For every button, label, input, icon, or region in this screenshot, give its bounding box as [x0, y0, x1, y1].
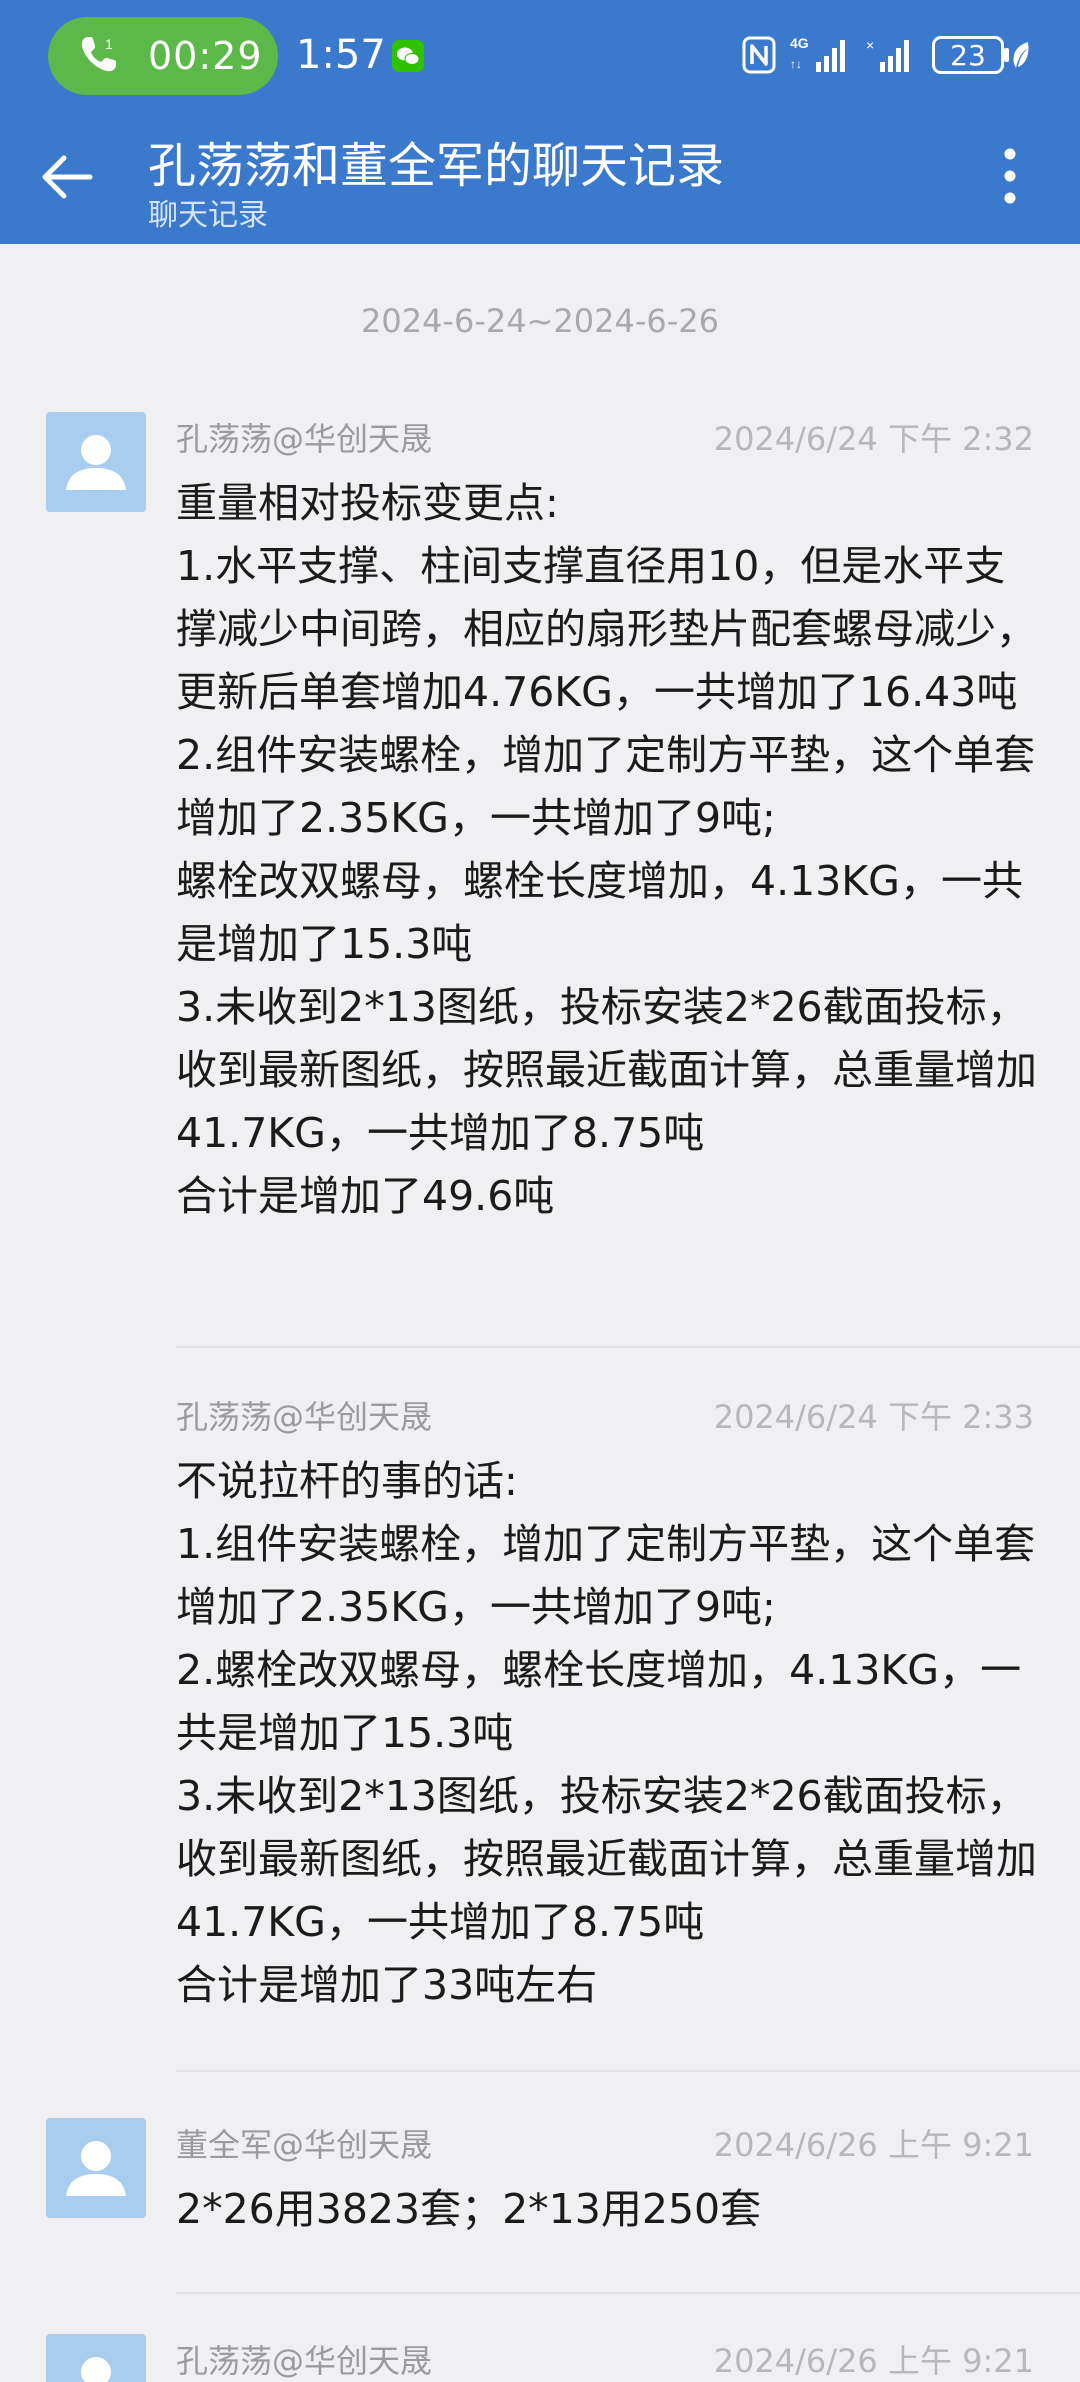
sender-name: 孔荡荡@华创天晟	[176, 2342, 433, 2380]
more-options-icon[interactable]	[990, 144, 1030, 208]
page-subtitle: 聊天记录	[148, 198, 268, 233]
app-header: 1 00:29 1:57 4G ↑↓ × 23 孔荡荡和董全军的聊天记录 聊天记…	[0, 0, 1080, 244]
message-divider	[176, 2070, 1080, 2072]
battery-level: 23	[950, 38, 986, 72]
leaf-icon	[1013, 42, 1029, 68]
message-divider	[176, 2292, 1080, 2294]
message-time: 2024/6/26 上午 9:21	[713, 2342, 1034, 2380]
message-text: 不说拉杆的事的话: 1.组件安装螺栓，增加了定制方平垫，这个单套增加了2.35K…	[176, 1457, 1037, 2009]
status-clock: 1:57	[296, 32, 386, 78]
svg-text:1: 1	[105, 36, 113, 52]
chat-message[interactable]: 孔荡荡@华创天晟 2024/6/24 下午 2:32 重量相对投标变更点: 1.…	[0, 412, 1080, 1348]
avatar[interactable]	[46, 412, 146, 512]
default-user-icon	[81, 2357, 111, 2382]
nfc-icon	[742, 36, 776, 74]
message-text: 重量相对投标变更点: 1.水平支撑、柱间支撑直径用10，但是水平支撑减少中间跨，…	[176, 479, 1037, 1220]
chat-message[interactable]: 孔荡荡@华创天晟 2024/6/24 下午 2:33 不说拉杆的事的话: 1.组…	[0, 1390, 1080, 2072]
chat-message[interactable]: 孔荡荡@华创天晟 2024/6/26 上午 9:21	[0, 2334, 1080, 2382]
sender-name: 董全军@华创天晟	[176, 2126, 433, 2164]
battery-tip	[1004, 48, 1009, 62]
default-user-icon	[66, 435, 126, 490]
back-arrow-icon[interactable]	[38, 148, 96, 206]
ongoing-call-pill[interactable]: 1 00:29	[48, 17, 278, 95]
message-time: 2024/6/24 下午 2:32	[713, 420, 1034, 458]
page-title: 孔荡荡和董全军的聊天记录	[148, 138, 725, 194]
sender-name: 孔荡荡@华创天晟	[176, 1398, 433, 1436]
status-bar: 1 00:29 1:57 4G ↑↓ × 23	[0, 0, 1080, 112]
sender-name: 孔荡荡@华创天晟	[176, 420, 433, 458]
svg-text:4G: 4G	[790, 35, 809, 51]
date-range-label: 2024-6-24~2024-6-26	[360, 302, 720, 340]
signal-4g-icon: 4G ↑↓	[790, 35, 845, 72]
call-timer: 00:29	[148, 34, 263, 78]
message-time: 2024/6/24 下午 2:33	[713, 1398, 1034, 1436]
signal-icon: ×	[866, 37, 909, 72]
svg-text:×: ×	[866, 37, 874, 53]
avatar[interactable]	[46, 2334, 146, 2382]
default-user-icon	[66, 2141, 126, 2196]
phone-icon: 1	[81, 36, 116, 72]
message-divider	[176, 1346, 1080, 1348]
message-text: 2*26用3823套；2*13用250套	[176, 2185, 762, 2233]
svg-text:↑↓: ↑↓	[790, 57, 802, 71]
battery-icon: 23	[932, 36, 1004, 74]
chat-message[interactable]: 董全军@华创天晟 2024/6/26 上午 9:21 2*26用3823套；2*…	[0, 2118, 1080, 2294]
wechat-icon	[392, 40, 424, 72]
avatar[interactable]	[46, 2118, 146, 2218]
message-time: 2024/6/26 上午 9:21	[713, 2126, 1034, 2164]
